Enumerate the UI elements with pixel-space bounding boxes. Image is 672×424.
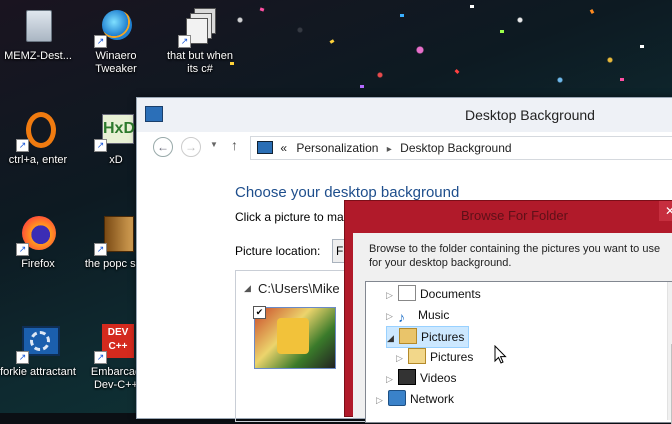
folder-icon — [399, 328, 417, 344]
tree-item-videos[interactable]: ▷ Videos — [386, 368, 456, 388]
window-title: Desktop Background — [465, 107, 595, 123]
desktop-icon-label: Firefox — [21, 258, 55, 270]
hxd-icon: HxD ↗ — [94, 110, 136, 152]
control-panel-icon — [145, 106, 163, 122]
tree-item-label: Documents — [420, 287, 481, 301]
thumbnail-image — [277, 318, 309, 354]
folder-path: C:\Users\Mike — [258, 281, 340, 296]
tree-item-label: Pictures — [430, 350, 474, 364]
shortcut-arrow-icon: ↗ — [16, 243, 29, 256]
tree-item-pictures[interactable]: ◢ Pictures — [386, 326, 470, 348]
winaero-icon: ↗ — [94, 6, 136, 48]
desktop-icon-firefox[interactable]: ↗ Firefox — [0, 214, 76, 271]
expand-arrow-icon[interactable]: ▷ — [386, 306, 398, 326]
firefox-icon: ↗ — [16, 214, 58, 256]
navigation-bar: ← → ▼ ↑ « Personalization ▸ Desktop Back… — [137, 132, 672, 162]
desktop-icon-label: that but when its c# — [166, 50, 234, 75]
expand-arrow-icon[interactable]: ▷ — [386, 369, 398, 389]
forward-button[interactable]: → — [181, 137, 201, 157]
page-heading: Choose your desktop background — [235, 184, 460, 201]
desktop-icon-csharp[interactable]: ↗ that but when its c# — [162, 6, 238, 76]
book-icon: ↗ — [94, 214, 136, 256]
up-button[interactable]: ↑ — [231, 137, 238, 153]
page-subheading: Click a picture to ma — [235, 210, 344, 224]
desktop-icon-forkie[interactable]: ↗ forkie attractant — [0, 322, 76, 379]
address-prefix: « — [280, 141, 288, 155]
shortcut-arrow-icon: ↗ — [94, 35, 107, 48]
desktop-icon-label: MEMZ-Dest... — [4, 50, 72, 62]
mouse-cursor-icon — [494, 345, 507, 364]
dialog-body: Browse to the folder containing the pict… — [353, 233, 672, 424]
tree-item-music[interactable]: ▷ ♪ Music — [386, 305, 449, 325]
desktop-icon-label: ctrl+a, enter — [8, 154, 68, 166]
gear-monitor-icon: ↗ — [16, 322, 60, 364]
thumbnail-checkbox[interactable]: ✔ — [253, 306, 266, 319]
stacked-windows-icon: ↗ — [178, 6, 220, 48]
close-button[interactable]: ✕ — [659, 201, 672, 221]
collapse-triangle-icon[interactable]: ◢ — [244, 283, 251, 294]
browse-for-folder-dialog[interactable]: Browse For Folder ✕ Browse to the folder… — [344, 200, 672, 424]
desktop-icon-winaero[interactable]: ↗ Winaero Tweaker — [78, 6, 154, 76]
videos-icon — [398, 369, 416, 385]
breadcrumb-personalization[interactable]: Personalization — [296, 141, 378, 155]
desktop-icon-label: Winaero Tweaker — [95, 50, 137, 75]
music-icon: ♪ — [398, 309, 405, 325]
address-bar[interactable]: « Personalization ▸ Desktop Background — [250, 136, 672, 160]
devcpp-icon: DEV C++ ↗ — [94, 322, 136, 364]
picture-thumbnail[interactable]: ✔ — [253, 306, 336, 369]
recycle-bin-icon — [18, 6, 58, 46]
shortcut-arrow-icon: ↗ — [16, 351, 29, 364]
folder-group-header[interactable]: ◢ C:\Users\Mike — [244, 281, 340, 296]
window-title-bar[interactable]: Desktop Background — [137, 98, 672, 132]
tree-item-label: Videos — [420, 371, 457, 385]
shortcut-arrow-icon: ↗ — [94, 351, 107, 364]
tree-item-documents[interactable]: ▷ Documents — [386, 284, 481, 304]
folder-tree[interactable]: ▷ Documents ▷ ♪ Music ◢ Pictures ▷ Pictures ▷… — [365, 281, 672, 424]
expand-arrow-icon[interactable]: ▷ — [376, 390, 388, 410]
shortcut-arrow-icon: ↗ — [16, 139, 29, 152]
breadcrumb-separator[interactable]: ▸ — [387, 144, 392, 155]
folder-icon — [408, 348, 426, 364]
tree-item-network[interactable]: ▷ Network — [376, 389, 454, 409]
breadcrumb-desktop-background[interactable]: Desktop Background — [400, 141, 511, 155]
collapse-arrow-icon[interactable]: ◢ — [387, 328, 399, 348]
desktop-icon-label: forkie attractant — [0, 366, 76, 378]
tree-item-label: Pictures — [421, 330, 465, 344]
tree-item-pictures-sub[interactable]: ▷ Pictures — [396, 347, 473, 367]
tree-scrollbar[interactable]: ▲ — [667, 282, 672, 424]
shortcut-arrow-icon: ↗ — [94, 243, 107, 256]
tree-item-label: Network — [410, 392, 455, 406]
desktop-icon-ctrl-a[interactable]: ↗ ctrl+a, enter — [0, 110, 76, 167]
expand-arrow-icon[interactable]: ▷ — [396, 348, 408, 368]
recent-locations-icon[interactable]: ▼ — [210, 140, 218, 149]
monitor-icon — [257, 141, 273, 154]
shortcut-arrow-icon: ↗ — [178, 35, 191, 48]
back-button[interactable]: ← — [153, 137, 173, 157]
documents-icon — [398, 285, 416, 301]
expand-arrow-icon[interactable]: ▷ — [386, 285, 398, 305]
shortcut-arrow-icon: ↗ — [94, 139, 107, 152]
picture-location-label: Picture location: — [235, 244, 321, 258]
dialog-title: Browse For Folder — [461, 208, 568, 223]
tree-item-label: Music — [418, 308, 450, 322]
dialog-description: Browse to the folder containing the pict… — [369, 243, 661, 269]
network-icon — [388, 390, 406, 406]
desktop-icon-memz[interactable]: MEMZ-Dest... — [0, 6, 76, 63]
orange-ring-icon: ↗ — [16, 110, 58, 152]
